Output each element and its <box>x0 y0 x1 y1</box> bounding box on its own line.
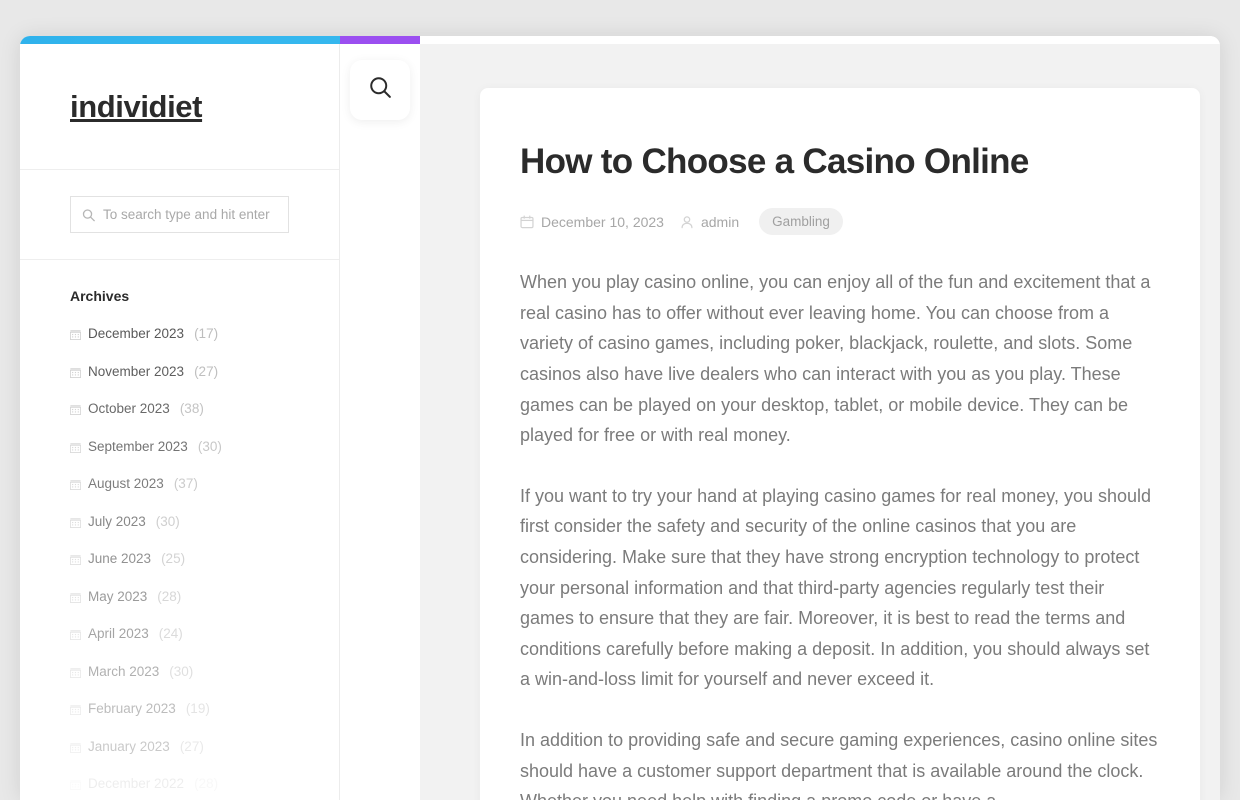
calendar-icon <box>69 703 82 715</box>
calendar-icon <box>69 741 82 753</box>
calendar-icon <box>69 553 82 565</box>
archive-item[interactable]: December 2023 (17) <box>69 326 289 341</box>
accent-segment-cyan <box>20 36 340 44</box>
archive-label: August 2023 <box>88 476 164 491</box>
archive-label: December 2023 <box>88 326 185 341</box>
archives-list: December 2023 (17) November 2023 (27) Oc… <box>69 326 289 791</box>
archive-count: (30) <box>169 663 194 679</box>
calendar-icon <box>69 403 82 415</box>
post-date: December 10, 2023 <box>520 214 664 230</box>
user-icon <box>680 215 694 229</box>
calendar-icon <box>69 666 82 678</box>
archive-count: (28) <box>157 588 182 604</box>
archive-label: July 2023 <box>88 513 146 529</box>
archive-count: (28) <box>194 776 219 791</box>
site-title[interactable]: individiet <box>70 89 202 125</box>
archive-label: March 2023 <box>88 663 160 679</box>
post-author-label: admin <box>700 213 740 230</box>
top-accent-bar <box>20 36 1220 44</box>
calendar-icon <box>69 478 82 490</box>
search-input[interactable] <box>103 207 288 222</box>
calendar-icon <box>69 366 82 378</box>
search-icon <box>82 208 95 221</box>
calendar-icon <box>69 441 82 453</box>
archive-label: November 2023 <box>88 363 185 379</box>
post-paragraph: In addition to providing safe and secure… <box>520 729 1158 800</box>
page-title: How to Choose a Casino Online <box>520 142 1029 181</box>
archive-count: (19) <box>185 701 210 716</box>
archive-item[interactable]: February 2023 (19) <box>69 701 289 716</box>
calendar-icon <box>520 215 534 229</box>
accent-segment-blank <box>420 36 1220 44</box>
calendar-icon <box>69 628 82 640</box>
archive-item[interactable]: December 2022 (28) <box>69 776 289 791</box>
calendar-icon <box>69 328 82 340</box>
main-content: How to Choose a Casino Online December 1… <box>420 44 1220 800</box>
post-author: admin <box>680 214 739 230</box>
post-category-badge[interactable]: Gambling <box>759 208 843 236</box>
search-field[interactable] <box>70 196 289 233</box>
archive-count: (25) <box>161 551 186 566</box>
post-date-label: December 10, 2023 <box>541 213 664 230</box>
archive-item[interactable]: March 2023 (30) <box>69 663 289 679</box>
archive-label: September 2023 <box>88 438 188 454</box>
calendar-icon <box>69 516 82 528</box>
search-icon <box>368 75 393 105</box>
archive-item[interactable]: May 2023 (28) <box>69 588 289 604</box>
post-meta: December 10, 2023 admin Gambling <box>520 208 1160 236</box>
sidebar-search-block <box>20 170 339 260</box>
post-card: How to Choose a Casino Online December 1… <box>480 88 1200 800</box>
archive-label: October 2023 <box>88 401 170 416</box>
site-container: individiet Archives <box>20 36 1220 800</box>
archive-item[interactable]: June 2023 (25) <box>69 551 289 566</box>
search-toggle-button[interactable] <box>350 60 410 120</box>
post-body: When you play casino online, you can enj… <box>520 267 1160 800</box>
archive-count: (38) <box>179 401 204 416</box>
archive-item[interactable]: January 2023 (27) <box>69 738 289 754</box>
accent-segment-purple <box>340 36 420 44</box>
archive-label: April 2023 <box>88 626 149 641</box>
archive-item[interactable]: August 2023 (37) <box>69 476 289 491</box>
archive-count: (27) <box>179 738 204 754</box>
archive-label: January 2023 <box>88 738 170 754</box>
archive-label: June 2023 <box>88 551 152 566</box>
brand-block: individiet <box>20 44 339 170</box>
post-paragraph: When you play casino online, you can enj… <box>520 272 1151 446</box>
calendar-icon <box>69 591 82 603</box>
calendar-icon <box>69 778 82 790</box>
archive-item[interactable]: September 2023 (30) <box>69 438 289 454</box>
archive-label: May 2023 <box>88 588 148 604</box>
sidebar: individiet Archives <box>20 44 340 800</box>
post-paragraph: If you want to try your hand at playing … <box>520 485 1152 690</box>
archive-label: December 2022 <box>88 776 185 791</box>
archive-item[interactable]: July 2023 (30) <box>69 513 289 529</box>
archive-item[interactable]: April 2023 (24) <box>69 626 289 641</box>
archive-item[interactable]: November 2023 (27) <box>69 363 289 379</box>
archive-count: (37) <box>173 476 198 491</box>
archive-item[interactable]: October 2023 (38) <box>69 401 289 416</box>
archive-count: (30) <box>197 438 222 454</box>
archives-heading: Archives <box>70 288 130 304</box>
archive-count: (30) <box>155 513 180 529</box>
archive-label: February 2023 <box>88 701 176 716</box>
archives-widget: Archives December 2023 (17) November 202… <box>20 260 339 791</box>
archive-count: (27) <box>194 363 219 379</box>
archive-count: (24) <box>158 626 183 641</box>
archive-count: (17) <box>194 326 219 341</box>
